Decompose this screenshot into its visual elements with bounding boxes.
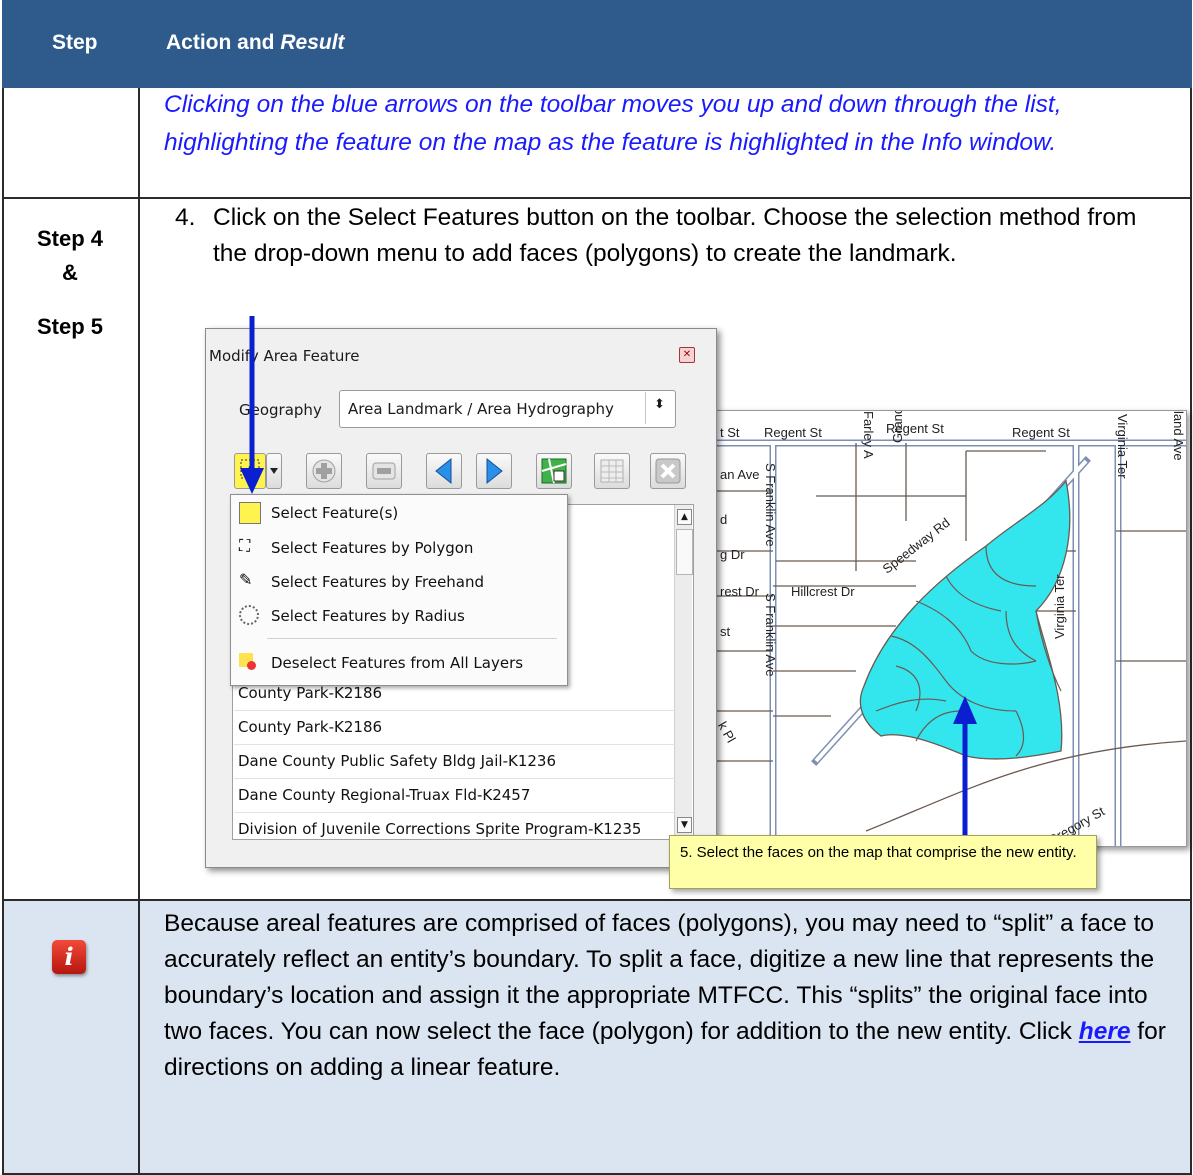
info-icon: i bbox=[52, 940, 86, 974]
note-text: Because areal features are comprised of … bbox=[164, 910, 1166, 1081]
down-arrow-icon bbox=[240, 468, 264, 494]
here-link[interactable]: here bbox=[1079, 1018, 1131, 1045]
up-arrow-icon bbox=[953, 696, 977, 724]
step5-callout: 5. Select the faces on the map that comp… bbox=[669, 835, 1097, 889]
